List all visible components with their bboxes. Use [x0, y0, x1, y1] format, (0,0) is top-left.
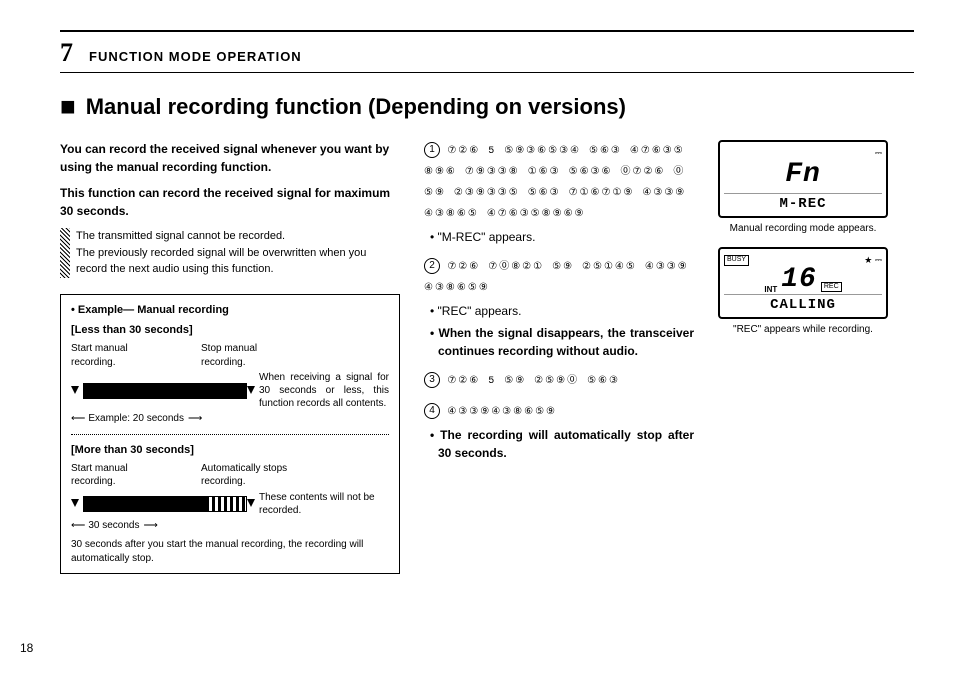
lcd1-batt-icon: ⎓: [875, 148, 882, 159]
page-number: 18: [20, 641, 33, 655]
range-arrow-left-icon: ⟵: [71, 412, 84, 426]
intro-paragraph-2: This function can record the received si…: [60, 184, 400, 220]
d1-stop-label: Stop manual recording.: [201, 342, 291, 369]
step-2-badge: 2: [424, 258, 440, 274]
d2-stop-arrow-icon: [247, 499, 255, 509]
step-3-badge: 3: [424, 372, 440, 388]
lcd1-caption: Manual recording mode appears.: [718, 222, 888, 235]
d1-start-label: Start manual recording.: [71, 342, 161, 369]
step-2-bullet-2: • When the signal disappears, the transc…: [424, 324, 694, 360]
lcd2-caption: "REC" appears while recording.: [718, 323, 888, 336]
d2-start-arrow-icon: [71, 499, 79, 509]
intro-paragraph-1: You can record the received signal whene…: [60, 140, 400, 176]
step-4-bullet-1: • The recording will automatically stop …: [424, 426, 694, 462]
example-title: • Example— Manual recording: [71, 303, 389, 318]
d1-under-label: Example: 20 seconds: [88, 412, 184, 426]
lcd1-big: Fn: [724, 161, 882, 189]
step-1-bullet-1: • "M-REC" appears.: [424, 228, 694, 246]
lcd2-rec-badge: REC: [821, 282, 842, 292]
chapter-title: FUNCTION MODE OPERATION: [89, 49, 302, 64]
range-arrow-right-icon: ⟶: [144, 519, 157, 533]
lcd2-small: CALLING: [724, 294, 882, 313]
page-header: 7 FUNCTION MODE OPERATION: [60, 38, 914, 73]
range-arrow-right-icon: ⟶: [188, 412, 201, 426]
step-4: 4 ④③③⑨④③⑧⑥⑤⑨ • The recording will automa…: [424, 401, 694, 462]
step-3: 3 ⑦②⑥ 5 ⑤⑨ ②⑤⑨⓪ ⑤⑥③: [424, 370, 694, 391]
step-1-glyphs: ⑦②⑥ 5 ⑤⑨③⑥⑤③④ ⑤⑥③ ④⑦⑥③⑤⑧⑨⑥ ⑦⑨③③⑧ ①⑥③ ⑤⑥③…: [424, 146, 686, 220]
range-arrow-left-icon: ⟵: [71, 519, 84, 533]
step-1-badge: 1: [424, 142, 440, 158]
lcd-panel-1: ⎓ Fn M-REC: [718, 140, 888, 218]
note-line-1: The transmitted signal cannot be recorde…: [76, 228, 400, 245]
step-4-badge: 4: [424, 403, 440, 419]
lcd2-big: 16: [781, 266, 817, 294]
example-box: • Example— Manual recording [Less than 3…: [60, 294, 400, 575]
d1-start-arrow-icon: [71, 386, 79, 396]
d1-stop-arrow-icon: [247, 386, 255, 396]
step-3-glyphs: ⑦②⑥ 5 ⑤⑨ ②⑤⑨⓪ ⑤⑥③: [447, 376, 620, 387]
diagram-1: Start manual recording. Stop manual reco…: [71, 342, 389, 426]
d2-stop-label: Automatically stops recording.: [201, 462, 311, 489]
lcd2-batt-icon: ⎓: [875, 255, 882, 265]
lcd2-star-icon: ★: [864, 255, 872, 265]
section-heading: ■ Manual recording function (Depending o…: [60, 91, 914, 122]
lcd2-int-label: INT: [764, 285, 777, 294]
step-2-glyphs: ⑦②⑥ ⑦⓪⑧②① ⑤⑨ ②⑤①④⑤ ④③③⑨④③⑧⑥⑤⑨: [424, 262, 689, 294]
step-2: 2 ⑦②⑥ ⑦⓪⑧②① ⑤⑨ ②⑤①④⑤ ④③③⑨④③⑧⑥⑤⑨ • "REC" …: [424, 256, 694, 360]
notes-block: The transmitted signal cannot be recorde…: [60, 228, 400, 278]
d1-side-note: When receiving a signal for 30 seconds o…: [259, 371, 389, 410]
lcd-panel-2: BUSY ★ ⎓ INT 16 REC CALLING: [718, 247, 888, 319]
lcd1-small: M-REC: [724, 193, 882, 212]
d2-start-label: Start manual recording.: [71, 462, 161, 489]
diagram-2: Start manual recording. Automatically st…: [71, 462, 389, 533]
step-2-bullet-1: • "REC" appears.: [424, 302, 694, 320]
d2-under-label: 30 seconds: [88, 519, 139, 533]
example-footer: 30 seconds after you start the manual re…: [71, 538, 389, 565]
lcd2-busy-badge: BUSY: [724, 255, 749, 266]
step-1: 1 ⑦②⑥ 5 ⑤⑨③⑥⑤③④ ⑤⑥③ ④⑦⑥③⑤⑧⑨⑥ ⑦⑨③③⑧ ①⑥③ ⑤…: [424, 140, 694, 246]
d2-side-note: These contents will not be recorded.: [259, 491, 389, 517]
note-line-2: The previously recorded signal will be o…: [76, 245, 400, 278]
heading-bullet-icon: ■: [60, 91, 76, 122]
chapter-number: 7: [60, 38, 73, 68]
step-4-glyphs: ④③③⑨④③⑧⑥⑤⑨: [447, 407, 557, 418]
example-sub1: [Less than 30 seconds]: [71, 323, 389, 338]
example-sub2: [More than 30 seconds]: [71, 443, 389, 458]
section-title: Manual recording function (Depending on …: [86, 94, 626, 120]
hatch-border-icon: [60, 228, 70, 278]
